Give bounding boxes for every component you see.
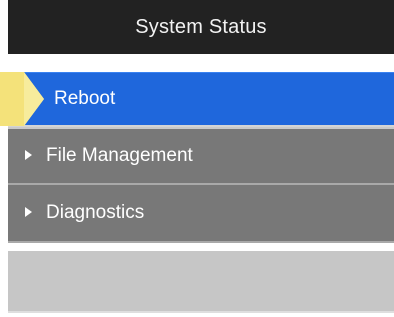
menu-header: System Status (8, 0, 394, 54)
menu-item-file-management[interactable]: File Management (8, 127, 394, 185)
caret-right-icon (25, 150, 32, 160)
menu-item-label: Reboot (54, 88, 116, 109)
empty-menu-row (8, 251, 394, 313)
page: System Status Reboot File Management Dia… (0, 0, 394, 317)
menu-list: Reboot File Management Diagnostics (8, 72, 394, 243)
callout-arrow-icon (0, 72, 44, 126)
menu-title: System Status (135, 15, 267, 38)
menu-item-label: Diagnostics (46, 202, 145, 223)
settings-menu-panel: System Status Reboot File Management Dia… (8, 0, 394, 317)
menu-item-reboot[interactable]: Reboot (8, 72, 394, 127)
caret-right-icon (25, 207, 32, 217)
menu-item-label: File Management (46, 145, 193, 166)
menu-item-diagnostics[interactable]: Diagnostics (8, 185, 394, 243)
